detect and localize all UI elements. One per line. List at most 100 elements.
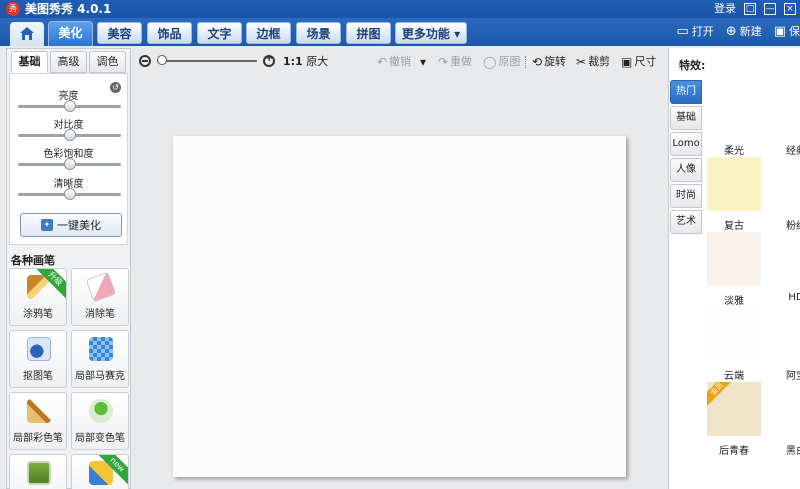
brightness-slider-knob[interactable] <box>63 100 76 112</box>
save-button[interactable]: ▣ 保 <box>774 22 800 42</box>
photo-brush-icon <box>27 461 51 485</box>
image-canvas[interactable] <box>173 136 626 477</box>
feedback-icon[interactable]: □ <box>744 3 756 15</box>
top-actions: ▭ 打开 ⊕ 新建 ▣ 保 <box>677 22 800 42</box>
brush-local-recolor[interactable]: 局部变色笔 <box>71 392 129 450</box>
title-bar-controls: 登录 □ — × <box>714 1 796 17</box>
main-tab-bar: 美化 美容 饰品 文字 边框 场景 拼图 更多功能 ▾ ▭ 打开 ⊕ 新建 ▣ … <box>0 18 800 46</box>
effect-thumb-elegant[interactable] <box>707 307 761 361</box>
brush-extra-2[interactable]: new <box>71 454 129 489</box>
minimize-icon[interactable]: — <box>764 3 776 15</box>
home-tab[interactable] <box>10 22 44 46</box>
workspace <box>135 76 665 489</box>
contrast-slider[interactable] <box>18 129 121 141</box>
saturation-slider[interactable] <box>18 158 121 170</box>
brush-local-color[interactable]: 局部彩色笔 <box>9 392 67 450</box>
original-size-button[interactable]: 1:1 原大 <box>283 54 328 70</box>
member-badge: 会员 <box>707 382 735 407</box>
effect-thumb-cloud[interactable]: 会员 <box>707 382 761 436</box>
app-logo-icon: 秀 <box>6 2 20 16</box>
effect-thumb-soft-light[interactable] <box>707 157 761 211</box>
subtab-basic[interactable]: 基础 <box>11 51 48 73</box>
sharpness-slider-knob[interactable] <box>63 188 76 200</box>
tab-beautify[interactable]: 美化 <box>48 21 93 46</box>
effect-label: 淡雅 <box>724 296 744 307</box>
effects-title: 特效: <box>679 59 706 72</box>
save-icon: ▣ <box>773 24 786 39</box>
brush-extra-1[interactable] <box>9 454 67 489</box>
save-label: 保 <box>789 25 800 38</box>
brightness-slider[interactable] <box>18 100 121 112</box>
subtab-color[interactable]: 调色 <box>89 51 126 73</box>
pen-cutout-icon <box>27 337 51 361</box>
one-click-beautify-button[interactable]: ✦ 一键美化 <box>20 213 122 237</box>
home-icon <box>20 27 34 40</box>
category-basic[interactable]: 基础 <box>670 106 702 130</box>
brush-doodle[interactable]: 升级 涂鸦笔 <box>9 268 67 326</box>
original-label: 原图 <box>498 55 521 68</box>
brush-label: 局部变色笔 <box>75 433 125 444</box>
rotate-button[interactable]: ⟲ 旋转 <box>532 54 566 70</box>
zoom-in-icon[interactable] <box>263 53 275 67</box>
effect-thumb-retro[interactable] <box>707 232 761 286</box>
brush-section-title: 各种画笔 <box>11 254 55 267</box>
redo-button[interactable]: ↷ 重做 <box>438 54 472 70</box>
category-portrait[interactable]: 人像 <box>670 158 702 182</box>
resize-icon: ▣ <box>621 55 633 69</box>
original-icon: ◯ <box>483 55 497 69</box>
beautify-label: 一键美化 <box>57 219 101 232</box>
original-image-button[interactable]: ◯ 原图 <box>483 54 520 70</box>
paint-bucket-icon <box>89 399 113 423</box>
effect-label: HD <box>788 292 800 303</box>
category-hot[interactable]: 热门 <box>670 80 702 104</box>
category-fashion[interactable]: 时尚 <box>670 184 702 208</box>
tab-text[interactable]: 文字 <box>197 22 242 44</box>
tab-scene[interactable]: 场景 <box>296 22 341 44</box>
scissors-icon: ✂ <box>576 55 587 69</box>
zoom-out-icon[interactable] <box>139 55 151 67</box>
effect-label: 复古 <box>724 221 744 232</box>
resize-label: 尺寸 <box>634 55 657 68</box>
sharpness-slider[interactable] <box>18 188 121 200</box>
effect-label: 后青春 <box>719 446 749 457</box>
dropdown-arrow-icon: ▾ <box>420 55 427 69</box>
new-button[interactable]: ⊕ 新建 <box>726 22 762 42</box>
close-icon[interactable]: × <box>784 3 796 15</box>
tab-decoration[interactable]: 饰品 <box>147 22 192 44</box>
tab-beauty[interactable]: 美容 <box>97 22 142 44</box>
effect-label: 经典 <box>786 146 800 157</box>
resize-button[interactable]: ▣ 尺寸 <box>621 54 656 70</box>
magic-wand-icon: ✦ <box>41 219 53 231</box>
plus-circle-icon: ⊕ <box>725 24 737 39</box>
brush-label: 局部彩色笔 <box>13 433 63 444</box>
effect-label: 阿宝 <box>786 371 800 382</box>
undo-button[interactable]: ↶ 撤销 <box>377 54 411 70</box>
login-link[interactable]: 登录 <box>714 1 736 17</box>
brush-label: 涂鸦笔 <box>23 309 53 320</box>
contrast-slider-knob[interactable] <box>63 129 76 141</box>
effect-label: 云端 <box>724 371 744 382</box>
brush-eraser[interactable]: 消除笔 <box>71 268 129 326</box>
undo-label: 撤销 <box>389 55 412 68</box>
zoom-slider[interactable] <box>157 55 257 65</box>
brush-cutout[interactable]: 抠图笔 <box>9 330 67 388</box>
saturation-slider-knob[interactable] <box>63 158 76 170</box>
zoom-slider-knob[interactable] <box>157 55 167 65</box>
category-lomo[interactable]: Lomo <box>670 132 702 156</box>
brush-label: 消除笔 <box>85 309 115 320</box>
crop-button[interactable]: ✂ 裁剪 <box>576 54 610 70</box>
brush-mosaic[interactable]: 局部马赛克 <box>71 330 129 388</box>
category-art[interactable]: 艺术 <box>670 210 702 234</box>
toolbar-separator <box>525 56 526 68</box>
crop-label: 裁剪 <box>588 55 611 68</box>
folder-icon: ▭ <box>676 24 689 39</box>
original-size-label: 原大 <box>306 55 329 68</box>
tab-collage[interactable]: 拼图 <box>346 22 391 44</box>
undo-dropdown[interactable]: ▾ <box>420 54 426 70</box>
open-button[interactable]: ▭ 打开 <box>677 22 714 42</box>
ratio-label: 1:1 <box>283 55 303 68</box>
subtab-advanced[interactable]: 高级 <box>50 51 87 73</box>
adjust-subtabs: 基础 高级 调色 <box>7 51 130 75</box>
tab-frame[interactable]: 边框 <box>246 22 291 44</box>
tab-more-features[interactable]: 更多功能 ▾ <box>395 22 467 44</box>
